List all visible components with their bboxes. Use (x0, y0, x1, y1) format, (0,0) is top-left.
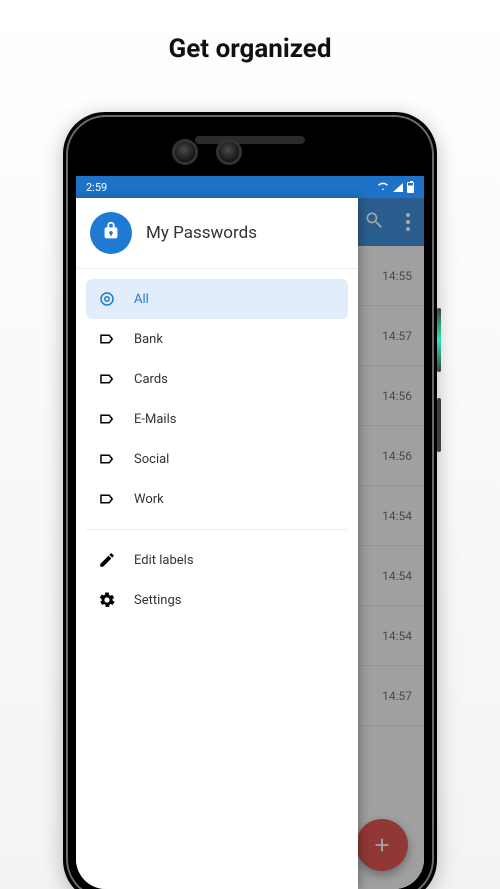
front-camera-icon (175, 142, 195, 162)
label-icon (98, 330, 116, 348)
drawer-item-bank[interactable]: Bank (86, 319, 348, 359)
front-camera-icon (219, 142, 239, 162)
drawer-item-label: Edit labels (134, 553, 194, 568)
label-icon (98, 370, 116, 388)
volume-button (437, 398, 441, 452)
lock-icon (100, 220, 122, 246)
battery-icon (407, 182, 414, 193)
drawer-item-label: Cards (134, 372, 168, 387)
power-button (437, 308, 441, 372)
drawer-item-all[interactable]: All (86, 279, 348, 319)
drawer-item-settings[interactable]: Settings (86, 580, 348, 620)
gear-icon (98, 591, 116, 609)
drawer-item-label: E-Mails (134, 412, 176, 427)
signal-icon (393, 183, 403, 192)
drawer-item-label: Settings (134, 593, 181, 608)
drawer-item-edit-labels[interactable]: Edit labels (86, 540, 348, 580)
drawer-item-label: Bank (134, 332, 163, 347)
drawer-item-label: Social (134, 452, 169, 467)
status-bar: 2:59 (76, 176, 424, 198)
drawer-title: My Passwords (146, 223, 257, 243)
navigation-drawer: My Passwords All Bank (76, 198, 358, 889)
promo-title: Get organized (0, 0, 500, 64)
drawer-item-work[interactable]: Work (86, 479, 348, 519)
label-all-icon (98, 290, 116, 308)
divider (86, 529, 348, 530)
pencil-icon (98, 551, 116, 569)
drawer-item-emails[interactable]: E-Mails (86, 399, 348, 439)
drawer-item-cards[interactable]: Cards (86, 359, 348, 399)
label-icon (98, 450, 116, 468)
drawer-item-label: All (134, 292, 149, 307)
drawer-item-label: Work (134, 492, 164, 507)
label-icon (98, 410, 116, 428)
phone-frame: 2:59 14:55 14:57 14:56 14:56 (63, 112, 437, 889)
status-time: 2:59 (86, 181, 107, 194)
app-logo (90, 212, 132, 254)
screen: 2:59 14:55 14:57 14:56 14:56 (76, 176, 424, 889)
label-icon (98, 490, 116, 508)
speaker-grille (195, 136, 305, 144)
drawer-item-social[interactable]: Social (86, 439, 348, 479)
drawer-header: My Passwords (76, 198, 358, 269)
wifi-icon (377, 181, 389, 194)
